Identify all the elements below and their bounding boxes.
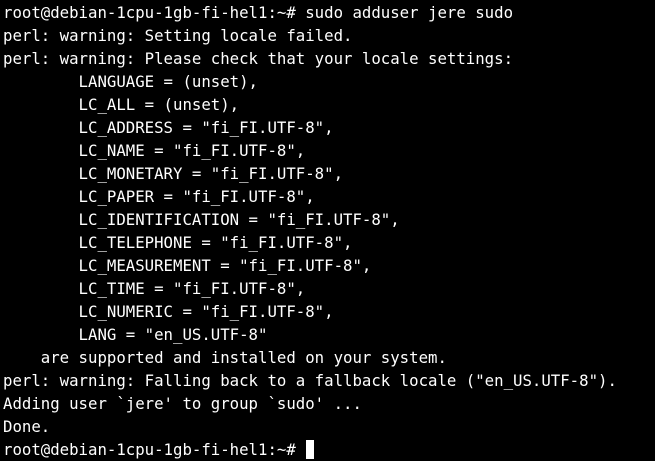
output-line: root@debian-1cpu-1gb-fi-hel1:~# sudo add…	[3, 3, 514, 22]
output-line: perl: warning: Please check that your lo…	[3, 49, 514, 68]
shell-prompt: root@debian-1cpu-1gb-fi-hel1:~#	[3, 440, 296, 459]
output-line: perl: warning: Falling back to a fallbac…	[3, 371, 617, 390]
command-prompt-line[interactable]: root@debian-1cpu-1gb-fi-hel1:~#	[3, 438, 655, 461]
text-cursor	[306, 440, 315, 459]
output-line: LANGUAGE = (unset),	[3, 72, 259, 91]
output-line: LC_TIME = "fi_FI.UTF-8",	[3, 279, 306, 298]
output-line: Adding user `jere' to group `sudo' ...	[3, 394, 362, 413]
output-line: LC_TELEPHONE = "fi_FI.UTF-8",	[3, 233, 353, 252]
output-line: LANG = "en_US.UTF-8"	[3, 325, 268, 344]
output-line: LC_MEASUREMENT = "fi_FI.UTF-8",	[3, 256, 372, 275]
output-line: LC_IDENTIFICATION = "fi_FI.UTF-8",	[3, 210, 400, 229]
terminal-window[interactable]: root@debian-1cpu-1gb-fi-hel1:~# sudo add…	[0, 0, 655, 461]
output-line: LC_NAME = "fi_FI.UTF-8",	[3, 141, 306, 160]
output-line: Done.	[3, 417, 51, 436]
output-line: LC_ADDRESS = "fi_FI.UTF-8",	[3, 118, 334, 137]
output-line: perl: warning: Setting locale failed.	[3, 26, 353, 45]
output-line: LC_MONETARY = "fi_FI.UTF-8",	[3, 164, 344, 183]
output-line: LC_PAPER = "fi_FI.UTF-8",	[3, 187, 315, 206]
output-line: are supported and installed on your syst…	[3, 348, 447, 367]
output-line: LC_NUMERIC = "fi_FI.UTF-8",	[3, 302, 334, 321]
output-line: LC_ALL = (unset),	[3, 95, 240, 114]
